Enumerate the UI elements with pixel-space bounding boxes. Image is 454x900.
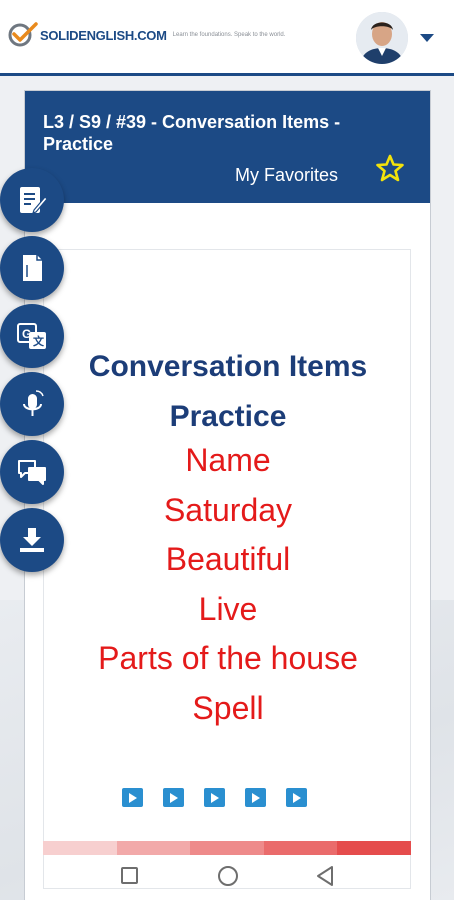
notes-edit-icon (20, 187, 48, 214)
play-audio-button-1[interactable] (122, 788, 143, 807)
document-icon (23, 255, 42, 281)
microphone-icon (23, 390, 44, 416)
user-avatar[interactable] (356, 12, 408, 64)
play-audio-button-4[interactable] (245, 788, 266, 807)
play-audio-button-5[interactable] (286, 788, 307, 807)
avatar-image (356, 12, 408, 64)
home-icon[interactable] (218, 866, 238, 886)
lesson-heading-line2: Practice (169, 400, 287, 433)
lesson-content: Conversation Items Practice Name Saturda… (43, 249, 411, 889)
my-favorites-label[interactable]: My Favorites (235, 165, 338, 186)
chat-button[interactable] (0, 440, 64, 504)
lesson-title: L3 / S9 / #39 - Conversation Items - Pra… (43, 112, 341, 154)
notes-button[interactable] (0, 168, 64, 232)
audio-buttons-row (122, 788, 307, 807)
list-item: Spell (192, 689, 264, 726)
logo[interactable]: SOLIDENGLISH.COM Learn the foundations. … (6, 18, 285, 52)
top-bar: SOLIDENGLISH.COM Learn the foundations. … (0, 0, 454, 76)
logo-text: SOLIDENGLISH.COM (40, 27, 167, 43)
play-audio-button-3[interactable] (204, 788, 225, 807)
download-icon (20, 528, 44, 552)
document-button[interactable] (0, 236, 64, 300)
favorite-star-icon[interactable] (375, 153, 405, 183)
list-item: Live (198, 590, 258, 627)
chat-icon (18, 460, 46, 485)
logo-check-icon (8, 22, 38, 47)
play-audio-button-2[interactable] (163, 788, 184, 807)
back-icon[interactable] (315, 865, 335, 887)
list-item: Name (185, 442, 271, 478)
svg-text:文: 文 (33, 334, 45, 348)
lesson-heading: Conversation Items Practice (44, 342, 412, 442)
download-button[interactable] (0, 508, 64, 572)
lesson-card: L3 / S9 / #39 - Conversation Items - Pra… (24, 90, 431, 900)
translate-icon: G 文 (17, 323, 46, 349)
progress-segment-2 (116, 841, 191, 855)
list-item: Saturday (163, 491, 293, 528)
lesson-heading-line1: Conversation Items (88, 350, 368, 383)
account-dropdown-caret-icon[interactable] (420, 34, 434, 42)
lesson-header: L3 / S9 / #39 - Conversation Items - Pra… (25, 91, 430, 203)
conversation-items-list: Name Saturday Beautiful Live Parts of th… (44, 436, 412, 733)
microphone-button[interactable] (0, 372, 64, 436)
progress-bar (43, 841, 411, 855)
list-item: Parts of the house (98, 640, 358, 676)
recent-apps-icon[interactable] (121, 867, 138, 884)
translate-button[interactable]: G 文 (0, 304, 64, 368)
list-item: Beautiful (165, 541, 291, 577)
progress-segment-5 (337, 841, 411, 855)
progress-segment-4 (263, 841, 338, 855)
progress-segment-1 (43, 841, 117, 855)
system-nav-bar (25, 857, 430, 899)
progress-segment-3 (190, 841, 264, 855)
logo-tagline: Learn the foundations. Speak to the worl… (172, 32, 286, 38)
